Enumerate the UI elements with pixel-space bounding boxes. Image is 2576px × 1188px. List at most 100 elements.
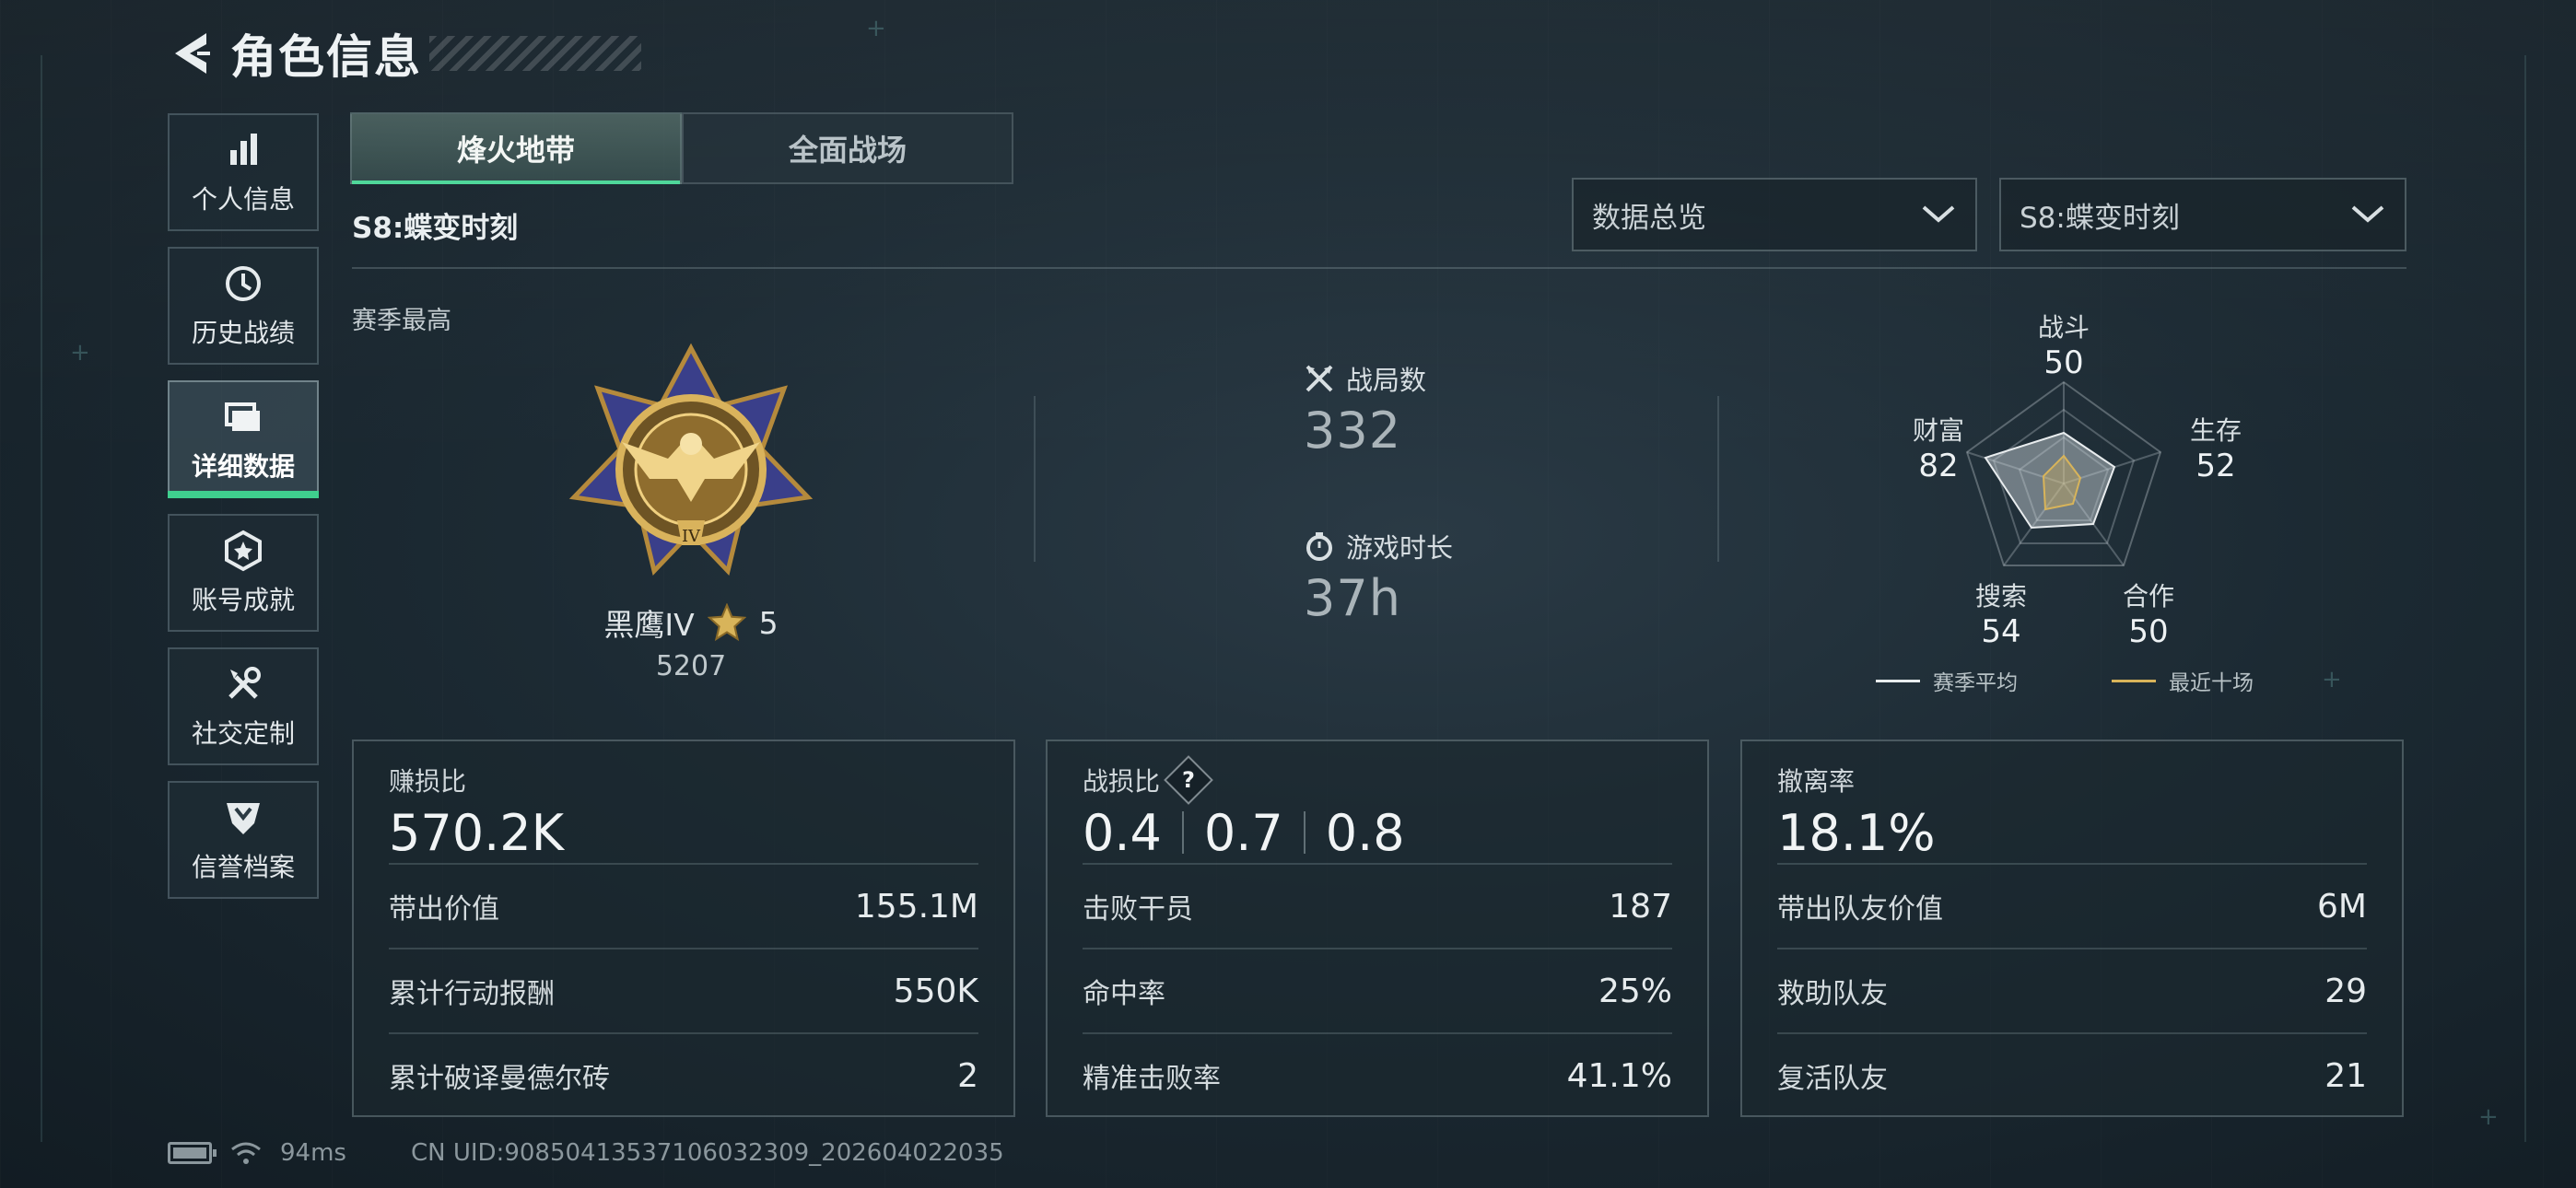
ability-radar: 战斗 50 生存 52 合作 50 搜索 54 财富 82	[1870, 304, 2276, 650]
row-value: 155.1M	[854, 887, 978, 926]
kd-value: 0.4	[1083, 803, 1162, 862]
sidebar-item-label: 个人信息	[191, 184, 295, 215]
card-label-wrap: 战损比 ?	[1083, 755, 1672, 805]
overview-dropdown[interactable]: 数据总览	[1572, 178, 1977, 251]
radar-axis-value: 52	[2195, 448, 2236, 484]
radar-axis-survival: 生存 52	[2160, 411, 2271, 484]
matches-value: 332	[1304, 402, 1402, 460]
wifi-icon	[231, 1142, 261, 1164]
radar-axis-value: 50	[2043, 344, 2084, 381]
sidebar-item-social-custom[interactable]: 社交定制	[168, 647, 319, 765]
tools-icon	[228, 667, 261, 699]
row-value: 41.1%	[1566, 1056, 1672, 1095]
radar-axis-label: 搜索	[1974, 581, 2027, 611]
rank-line: 黑鹰IV 5	[516, 600, 866, 645]
value-separator	[1303, 811, 1306, 854]
radar-axis-cooperation: 合作 50	[2093, 577, 2204, 650]
card-main-value: 18.1%	[1777, 803, 1936, 862]
crosshair-mark: +	[866, 15, 886, 42]
card-row: 带出价值 155.1M	[389, 863, 978, 948]
row-value: 25%	[1598, 972, 1672, 1010]
sidebar-item-label: 社交定制	[191, 718, 295, 749]
sidebar-item-achievements[interactable]: 账号成就	[168, 514, 319, 632]
playtime-label: 游戏时长	[1346, 532, 1454, 564]
sidebar-item-label: 历史战绩	[191, 318, 295, 348]
rank-stars: 5	[758, 604, 779, 641]
page-header: 角色信息	[168, 26, 641, 84]
combat-card: 战损比 ? 0.4 0.7 0.8 击败干员 187 命中率 25% 精准击败率…	[1046, 740, 1709, 1117]
mode-tabs: 烽火地带 全面战场	[350, 112, 1013, 184]
radar-axis-combat: 战斗 50	[2008, 308, 2119, 381]
back-button[interactable]	[168, 26, 214, 81]
status-footer: 94ms CN UID:9085041353710603230​9_202604…	[168, 1136, 1004, 1170]
black-hawk-rank-emblem-icon[interactable]: IV	[567, 341, 815, 580]
ping-value: 94ms	[280, 1139, 346, 1167]
radar-axis-label: 合作	[2122, 581, 2174, 611]
section-divider	[352, 267, 2406, 269]
legend-swatch	[1876, 679, 1920, 682]
matches-stat: 战局数 332	[1304, 359, 1426, 460]
vertical-divider	[1717, 396, 1719, 562]
season-dropdown[interactable]: S8:蝶变时刻	[1999, 178, 2406, 251]
radar-axis-label: 生存	[2189, 415, 2242, 446]
history-clock-icon	[226, 266, 261, 301]
kd-value: 0.7	[1203, 803, 1283, 862]
sidebar-item-label: 信誉档案	[191, 852, 295, 882]
row-label: 累计破译曼德尔砖	[389, 1063, 610, 1095]
row-label: 累计行动报酬	[389, 978, 555, 1010]
row-value: 21	[2324, 1056, 2367, 1095]
chevron-down-icon	[1922, 205, 1955, 223]
sidebar-item-credit-record[interactable]: 信誉档案	[168, 781, 319, 899]
sidebar-item-history[interactable]: 历史战绩	[168, 247, 319, 365]
radar-axis-value: 50	[2128, 613, 2169, 650]
crosshair-mark: +	[2322, 666, 2342, 693]
card-label: 赚损比	[389, 766, 467, 797]
matches-label: 战局数	[1346, 365, 1427, 396]
crosshair-mark: +	[2478, 1103, 2499, 1131]
row-value: 187	[1609, 887, 1672, 926]
legend-label: 赛季平均	[1933, 671, 2018, 695]
sidebar-item-personal-info[interactable]: 个人信息	[168, 113, 319, 231]
radar-axis-label: 战斗	[2037, 312, 2090, 343]
crosshair-mark: +	[70, 339, 90, 367]
season-title: S8:蝶变时刻	[352, 212, 519, 245]
legend-swatch	[2112, 679, 2156, 682]
row-value: 29	[2324, 972, 2367, 1010]
tab-warzone[interactable]: 烽火地带	[350, 112, 682, 184]
radar-axis-wealth: 财富 82	[1883, 411, 1994, 484]
rank-name: 黑鹰IV	[603, 607, 695, 643]
battery-icon	[168, 1142, 217, 1164]
row-value: 2	[957, 1056, 978, 1095]
card-row: 精准击败率 41.1%	[1083, 1032, 1672, 1117]
sidebar-item-detailed-data[interactable]: 详细数据	[168, 380, 319, 498]
rank-block: IV 黑鹰IV 5 5207	[516, 341, 866, 682]
radar-axis-search: 搜索 54	[1946, 577, 2056, 650]
kd-value: 0.8	[1325, 803, 1405, 862]
extract-card: 撤离率 18.1% 带出队友价值 6M 救助队友 29 复活队友 21	[1740, 740, 2404, 1117]
tab-full-battlefield[interactable]: 全面战场	[682, 112, 1013, 184]
svg-text:IV: IV	[682, 527, 701, 546]
profit-card: 赚损比 570.2K 带出价值 155.1M 累计行动报酬 550K 累计破译曼…	[352, 740, 1015, 1117]
dropdown-value: 数据总览	[1592, 201, 1706, 235]
page-title: 角色信息	[230, 30, 422, 84]
row-label: 带出价值	[389, 893, 499, 926]
help-icon[interactable]: ?	[1164, 755, 1213, 805]
radar-axis-label: 财富	[1912, 415, 1964, 446]
sidebar-nav: 个人信息 历史战绩 详细数据 账号成就 社交定制 信誉档案	[168, 113, 319, 914]
playtime-stat: 游戏时长 37h	[1304, 527, 1453, 627]
card-main-value: 570.2K	[389, 803, 565, 862]
card-row: 累计破译曼德尔砖 2	[389, 1032, 978, 1117]
card-label: 战损比	[1083, 766, 1161, 797]
radar-axis-value: 82	[1918, 448, 1959, 484]
card-row: 带出队友价值 6M	[1777, 863, 2367, 948]
legend-label: 最近十场	[2169, 671, 2254, 695]
row-label: 精准击败率	[1083, 1063, 1221, 1095]
bar-chart-icon	[230, 134, 257, 165]
achievement-badge-icon	[225, 530, 262, 572]
sidebar-item-label: 详细数据	[191, 451, 295, 482]
card-row: 救助队友 29	[1777, 948, 2367, 1032]
rank-points: 5207	[655, 650, 727, 682]
dropdown-value: S8:蝶变时刻	[2020, 201, 2180, 235]
card-row: 复活队友 21	[1777, 1032, 2367, 1117]
row-label: 命中率	[1083, 978, 1165, 1010]
